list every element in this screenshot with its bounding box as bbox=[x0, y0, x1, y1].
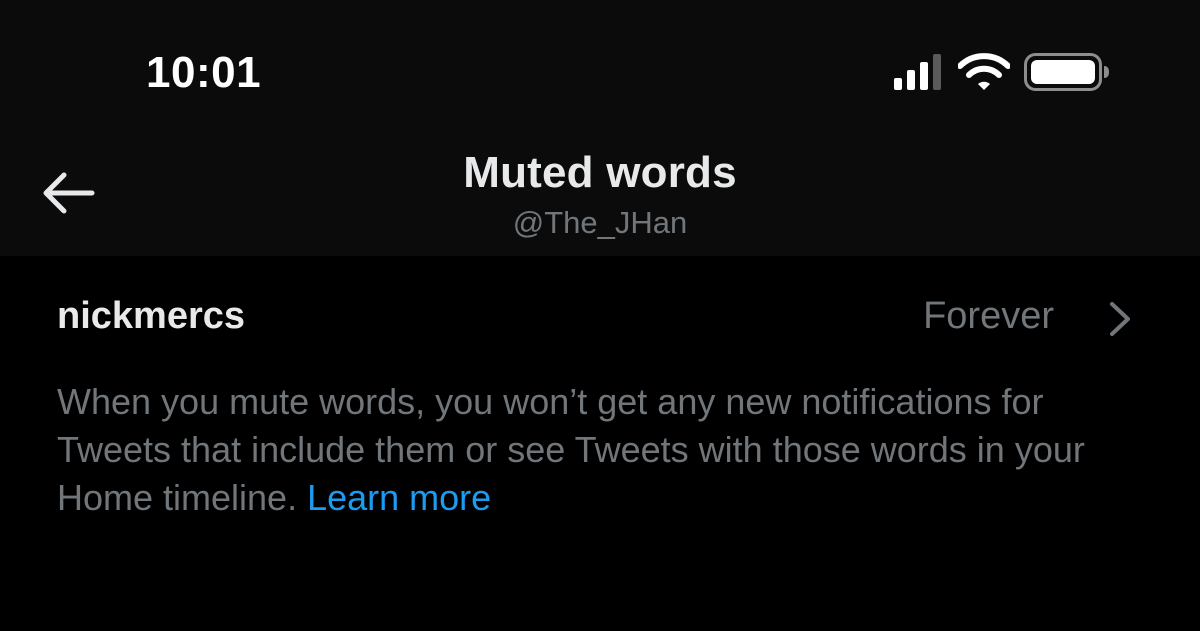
account-handle: @The_JHan bbox=[512, 205, 688, 240]
status-icons bbox=[894, 52, 1110, 92]
cellular-signal-icon bbox=[894, 54, 941, 90]
page-title: Muted words bbox=[463, 148, 737, 197]
status-time: 10:01 bbox=[146, 48, 262, 97]
chevron-right-icon bbox=[1110, 302, 1130, 336]
muted-word-label: nickmercs bbox=[57, 295, 246, 337]
muted-words-description: When you mute words, you won’t get any n… bbox=[57, 378, 1157, 522]
learn-more-link[interactable]: Learn more bbox=[307, 477, 491, 518]
description-text: When you mute words, you won’t get any n… bbox=[57, 381, 1085, 518]
muted-word-row[interactable]: nickmercs Forever bbox=[0, 276, 1200, 360]
battery-icon bbox=[1024, 53, 1109, 91]
muted-words-screen: 10:01 Muted words @The_JHan nickmercs Fo… bbox=[0, 0, 1200, 631]
mute-duration-label: Forever bbox=[923, 295, 1054, 337]
wifi-icon bbox=[958, 53, 1010, 90]
